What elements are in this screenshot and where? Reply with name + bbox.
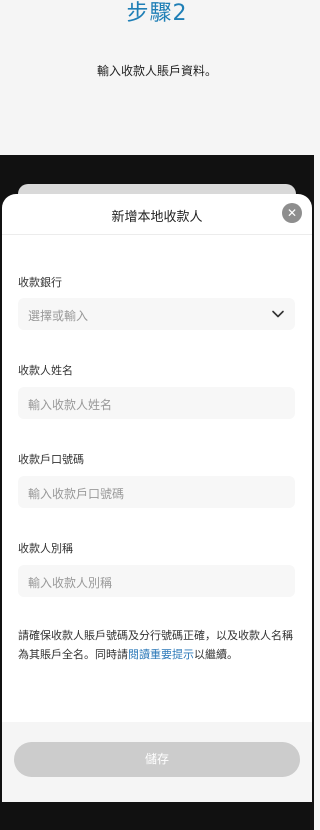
payee-name-input[interactable]: 輸入收款人姓名 [18,387,295,419]
confirmation-notice: 請確保收款人賬戶號碼及分行號碼正確，以及收款人名稱為其賬戶全名。同時請閱讀重要提… [18,626,298,664]
account-number-input[interactable]: 輸入收款戶口號碼 [18,476,295,508]
important-notes-link[interactable]: 閱讀重要提示 [128,648,194,661]
save-button[interactable]: 儲存 [14,742,300,777]
bank-label: 收款銀行 [18,276,62,289]
add-payee-sheet: 新增本地收款人 ✕ 收款銀行 選擇或輸入 收款人姓名 輸入收款人姓名 收款戶口號… [2,194,312,802]
sheet-header: 新增本地收款人 ✕ [2,194,312,235]
bank-placeholder: 選擇或輸入 [28,309,89,323]
notice-text-end: 以繼續。 [194,648,238,661]
payee-name-placeholder: 輸入收款人姓名 [28,398,113,412]
bank-select[interactable]: 選擇或輸入 [18,298,295,330]
close-icon[interactable]: ✕ [282,203,302,223]
step-header: 步驟2 輸入收款人賬戶資料。 [0,0,314,155]
footer: 儲存 [2,722,312,802]
chevron-down-icon [272,310,284,318]
alias-label: 收款人別稱 [18,542,73,555]
alias-input[interactable]: 輸入收款人別稱 [18,565,295,597]
account-number-label: 收款戶口號碼 [18,453,84,466]
step-description: 輸入收款人賬戶資料。 [96,64,217,78]
step-title: 步驟2 [126,1,188,26]
alias-placeholder: 輸入收款人別稱 [28,576,113,590]
sheet-title: 新增本地收款人 [111,210,203,225]
payee-name-label: 收款人姓名 [18,364,73,377]
account-number-placeholder: 輸入收款戶口號碼 [28,487,125,501]
